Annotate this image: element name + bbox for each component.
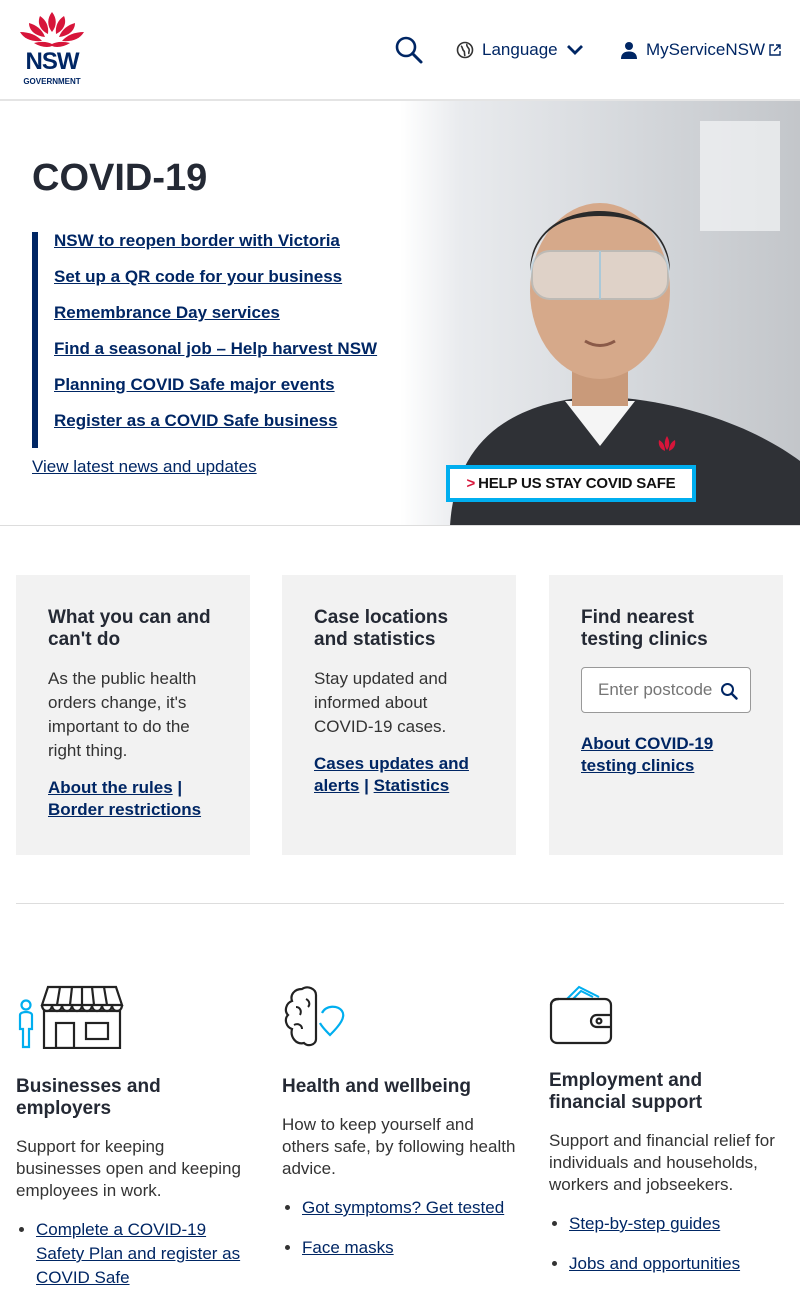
topic-employment: Employment and financial support Support… bbox=[549, 985, 783, 1292]
about-the-rules-link[interactable]: About the rules bbox=[48, 778, 173, 797]
card-links: About COVID-19 testing clinics bbox=[581, 733, 751, 777]
card-links: About the rules | Border restrictions bbox=[48, 777, 218, 821]
postcode-input[interactable] bbox=[582, 668, 722, 712]
banner-text: HELP US STAY COVID SAFE bbox=[478, 475, 676, 492]
nsw-government-logo[interactable]: NSW GOVERNMENT bbox=[16, 10, 88, 88]
list-item: Got symptoms? Get tested bbox=[302, 1196, 516, 1220]
list-item: Step-by-step guides bbox=[569, 1212, 783, 1236]
shop-icon bbox=[18, 985, 124, 1050]
card-case-locations: Case locations and statistics Stay updat… bbox=[282, 575, 516, 855]
topic-title: Health and wellbeing bbox=[282, 1076, 471, 1097]
language-selector[interactable]: Language bbox=[456, 36, 584, 64]
covid-safety-plan-link[interactable]: Complete a COVID-19 Safety Plan and regi… bbox=[36, 1220, 240, 1287]
list-item: Complete a COVID-19 Safety Plan and regi… bbox=[36, 1218, 250, 1290]
card-title: What you can and can't do bbox=[48, 607, 211, 650]
topic-title: Employment and financial support bbox=[549, 1070, 703, 1113]
section-divider bbox=[16, 903, 784, 904]
logo-wordmark: NSW bbox=[25, 48, 80, 75]
site-header: NSW GOVERNMENT Language MyServiceNSW bbox=[0, 0, 800, 101]
topic-link-list: Step-by-step guides Jobs and opportuniti… bbox=[549, 1212, 783, 1276]
hero-image bbox=[400, 101, 800, 525]
hero-link-border-victoria[interactable]: NSW to reopen border with Victoria bbox=[54, 232, 377, 268]
brain-heart-icon bbox=[284, 986, 345, 1047]
hero-link-seasonal-job[interactable]: Find a seasonal job – Help harvest NSW bbox=[54, 340, 377, 376]
jobs-opportunities-link[interactable]: Jobs and opportunities bbox=[569, 1254, 740, 1273]
waratah-icon bbox=[20, 12, 84, 47]
wallet-icon bbox=[549, 985, 613, 1045]
topic-text: How to keep yourself and others safe, by… bbox=[282, 1115, 516, 1178]
hero-link-list: NSW to reopen border with Victoria Set u… bbox=[32, 232, 377, 448]
covid-safe-banner: > HELP US STAY COVID SAFE bbox=[446, 465, 696, 502]
banner-arrow: > bbox=[466, 475, 476, 492]
myservicensw-label: MyServiceNSW bbox=[646, 40, 766, 59]
hero-link-major-events[interactable]: Planning COVID Safe major events bbox=[54, 376, 377, 412]
list-item: Face masks bbox=[302, 1236, 516, 1260]
list-item: Jobs and opportunities bbox=[569, 1252, 783, 1276]
user-icon bbox=[621, 42, 637, 59]
topic-link-list: Complete a COVID-19 Safety Plan and regi… bbox=[16, 1218, 250, 1290]
search-icon[interactable] bbox=[720, 682, 738, 700]
hero-link-remembrance-day[interactable]: Remembrance Day services bbox=[54, 304, 377, 340]
topic-text: Support and financial relief for individ… bbox=[549, 1131, 775, 1194]
testing-clinics-link[interactable]: About COVID-19 testing clinics bbox=[581, 734, 713, 775]
step-by-step-guides-link[interactable]: Step-by-step guides bbox=[569, 1214, 720, 1233]
face-masks-link[interactable]: Face masks bbox=[302, 1238, 394, 1257]
view-latest-news-link[interactable]: View latest news and updates bbox=[32, 457, 257, 477]
topic-title: Businesses and employers bbox=[16, 1076, 161, 1119]
card-text: As the public health orders change, it's… bbox=[48, 669, 197, 760]
search-button[interactable] bbox=[394, 35, 424, 65]
page-title: COVID-19 bbox=[32, 157, 208, 199]
topic-businesses: Businesses and employers Support for kee… bbox=[16, 985, 250, 1306]
link-separator: | bbox=[177, 778, 183, 797]
card-testing-clinics: Find nearest testing clinics About COVID… bbox=[549, 575, 783, 855]
topic-link-list: Got symptoms? Get tested Face masks bbox=[282, 1196, 516, 1260]
hero-section: COVID-19 NSW to reopen border with Victo… bbox=[0, 101, 800, 526]
topic-text: Support for keeping businesses open and … bbox=[16, 1137, 241, 1200]
health-worker-photo bbox=[450, 121, 800, 525]
hero-link-qr-code[interactable]: Set up a QR code for your business bbox=[54, 268, 377, 304]
logo-subtitle: GOVERNMENT bbox=[23, 77, 81, 86]
card-links: Cases updates and alerts | Statistics bbox=[314, 753, 484, 797]
got-symptoms-link[interactable]: Got symptoms? Get tested bbox=[302, 1198, 504, 1217]
globe-icon bbox=[456, 41, 474, 59]
topic-health: Health and wellbeing How to keep yoursel… bbox=[282, 985, 516, 1276]
card-rules: What you can and can't do As the public … bbox=[16, 575, 250, 855]
language-label: Language bbox=[482, 40, 558, 59]
link-separator: | bbox=[364, 776, 369, 795]
border-restrictions-link[interactable]: Border restrictions bbox=[48, 800, 201, 819]
hero-link-covid-safe-business[interactable]: Register as a COVID Safe business bbox=[54, 412, 377, 448]
card-text: Stay updated and informed about COVID-19… bbox=[314, 669, 448, 736]
card-title: Find nearest testing clinics bbox=[581, 607, 708, 650]
statistics-link[interactable]: Statistics bbox=[374, 776, 450, 795]
external-link-icon bbox=[769, 44, 781, 56]
card-title: Case locations and statistics bbox=[314, 607, 449, 650]
myservicensw-link[interactable]: MyServiceNSW bbox=[620, 36, 781, 64]
chevron-down-icon bbox=[566, 45, 583, 55]
postcode-search bbox=[581, 667, 751, 713]
search-icon bbox=[395, 36, 423, 64]
